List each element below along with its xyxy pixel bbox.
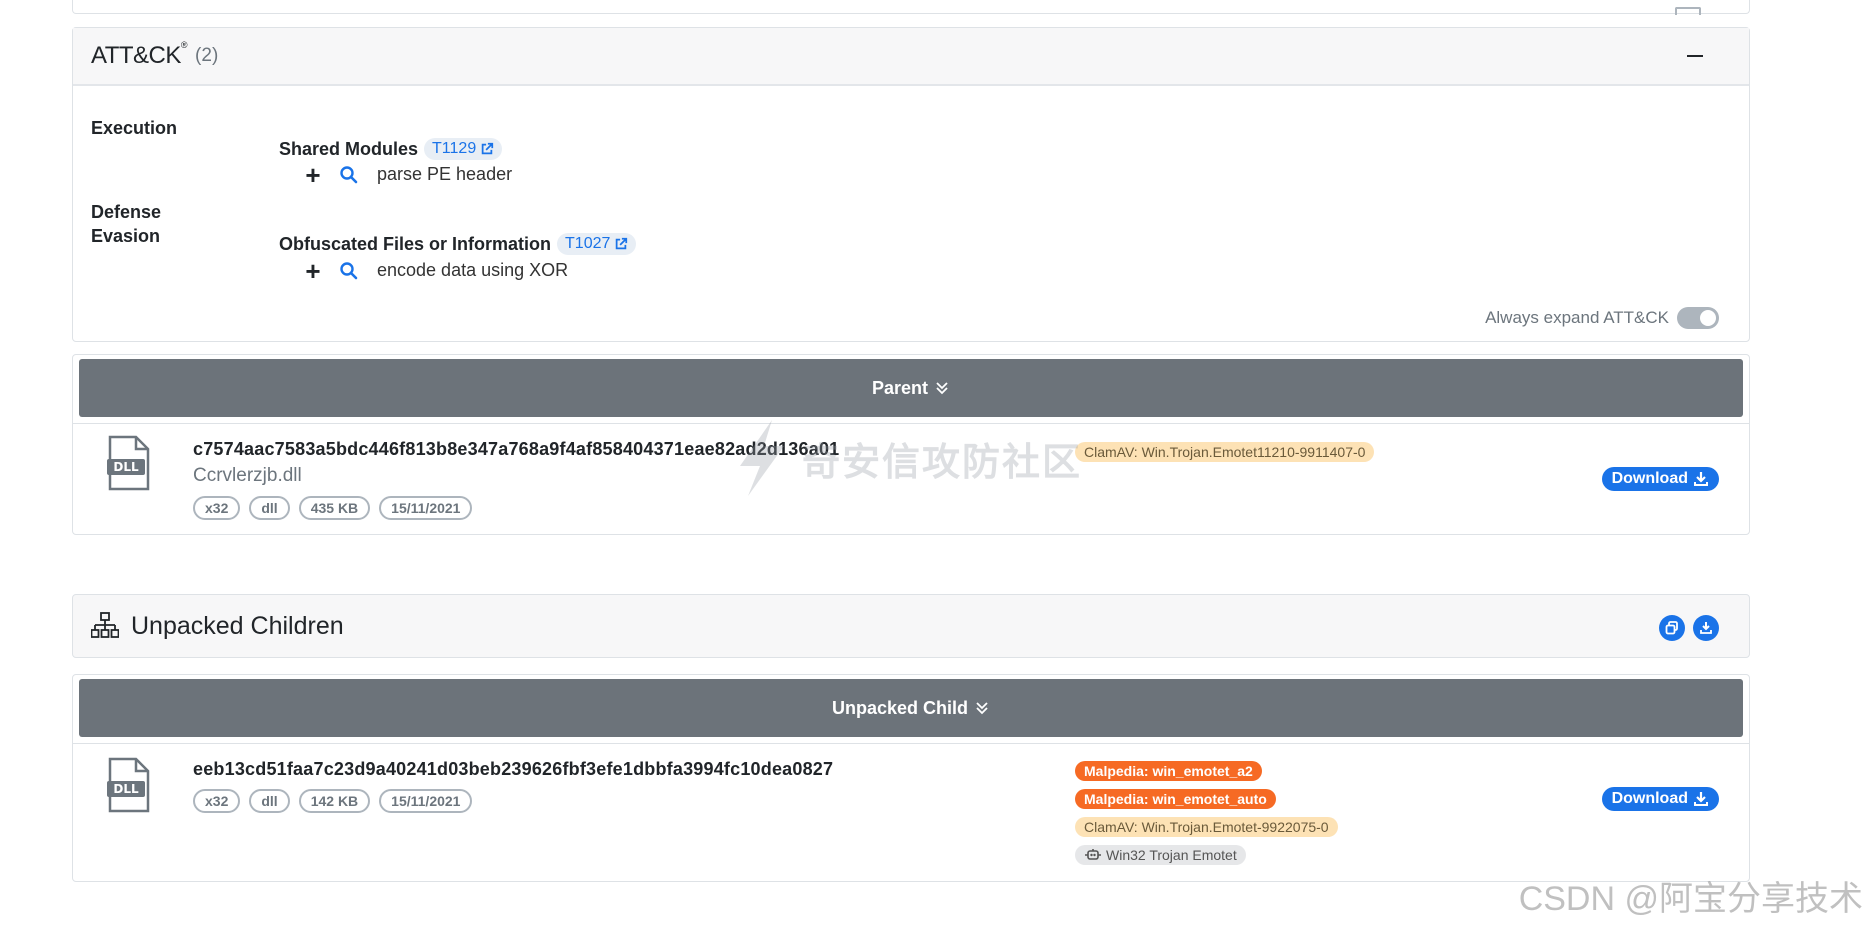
family-tag[interactable]: Win32 Trojan Emotet (1075, 845, 1246, 865)
capability-text: parse PE header (377, 164, 513, 184)
svg-text:DLL: DLL (113, 782, 139, 796)
divider (73, 743, 1749, 744)
unpacked-children-header: Unpacked Children (72, 594, 1750, 658)
type-badge: dll (249, 789, 290, 813)
copy-icon (1665, 621, 1678, 635)
always-expand-label: Always expand ATT&CK (1485, 308, 1669, 327)
parent-filename: Ccrvlerzjb.dll (193, 465, 302, 486)
registered-mark: ® (180, 40, 188, 50)
external-link-icon (481, 142, 494, 155)
dll-file-icon: DLL (107, 435, 150, 491)
clamav-tag[interactable]: ClamAV: Win.Trojan.Emotet-9922075-0 (1075, 817, 1338, 837)
technique-name: Obfuscated Files or Information (279, 233, 552, 254)
attack-card: ATT&CK® (2) Execution Shared Modules T11… (72, 27, 1750, 342)
technique-name: Shared Modules (279, 138, 419, 159)
unpacked-children-title: Unpacked Children (131, 611, 344, 640)
capability-text: encode data using XOR (377, 260, 569, 280)
parent-badges: x32 dll 435 KB 15/11/2021 (193, 496, 473, 520)
search-icon[interactable] (339, 261, 359, 281)
watermark-center: 奇安信攻防社区 (732, 418, 1082, 498)
previous-card-bottom (72, 0, 1750, 15)
unpacked-child-card: Unpacked Child DLL eeb13cd51faa7c23d9a40… (72, 674, 1750, 882)
malpedia-tag[interactable]: Malpedia: win_emotet_a2 (1075, 761, 1262, 781)
card-toggle-icon[interactable] (1675, 7, 1701, 15)
parent-download-button[interactable]: Download (1601, 467, 1719, 491)
malpedia-tag[interactable]: Malpedia: win_emotet_auto (1075, 789, 1276, 809)
svg-text:DLL: DLL (113, 460, 139, 474)
arch-badge: x32 (193, 789, 241, 813)
download-icon (1694, 472, 1708, 486)
child-download-button[interactable]: Download (1601, 787, 1719, 811)
parent-bar[interactable]: Parent (79, 359, 1743, 417)
attack-header[interactable]: ATT&CK® (2) (73, 28, 1749, 86)
attack-count: (2) (195, 45, 219, 66)
search-icon[interactable] (339, 165, 359, 185)
technique-id-link[interactable]: T1027 (557, 233, 637, 255)
always-expand-setting: Always expand ATT&CK (1485, 307, 1719, 329)
technique-shared-modules: Shared Modules T1129 (279, 138, 503, 160)
capability-row: + encode data using XOR (301, 258, 569, 284)
parent-bar-label: Parent (871, 377, 929, 398)
double-chevron-down-icon (976, 702, 988, 715)
date-badge: 15/11/2021 (379, 496, 473, 520)
download-icon (1694, 792, 1708, 806)
unpacked-child-bar-label: Unpacked Child (831, 697, 969, 718)
type-badge: dll (249, 496, 290, 520)
collapse-minus-icon[interactable] (1687, 55, 1703, 57)
watermark-logo-icon (740, 420, 784, 496)
clamav-tag[interactable]: ClamAV: Win.Trojan.Emotet11210-9911407-0 (1075, 442, 1375, 462)
attack-title: ATT&CK® (91, 40, 188, 69)
tactic-execution: Execution (91, 118, 178, 138)
size-badge: 435 KB (298, 496, 371, 520)
technique-id-link[interactable]: T1129 (424, 138, 503, 160)
plus-icon[interactable]: + (301, 258, 325, 284)
capability-row: + parse PE header (301, 162, 513, 188)
download-icon (1700, 622, 1712, 634)
date-badge: 15/11/2021 (379, 789, 473, 813)
size-badge: 142 KB (298, 789, 371, 813)
tactic-defense-evasion: Defense Evasion (91, 202, 162, 246)
external-link-icon (616, 237, 628, 250)
plus-icon[interactable]: + (301, 162, 325, 188)
always-expand-toggle[interactable] (1677, 307, 1719, 329)
copy-button[interactable] (1659, 615, 1685, 641)
arch-badge: x32 (193, 496, 241, 520)
unpacked-child-bar[interactable]: Unpacked Child (79, 679, 1743, 737)
download-all-button[interactable] (1693, 615, 1719, 641)
sitemap-icon (91, 612, 119, 638)
child-badges: x32 dll 142 KB 15/11/2021 (193, 789, 473, 813)
child-hash[interactable]: eeb13cd51faa7c23d9a40241d03beb239626fbf3… (193, 759, 833, 780)
watermark-corner: CSDN @阿宝分享技术 (1518, 880, 1863, 918)
double-chevron-down-icon (936, 382, 948, 395)
dll-file-icon: DLL (107, 757, 150, 813)
robot-icon (1085, 849, 1101, 860)
technique-obfuscated-files: Obfuscated Files or Information T1027 (279, 233, 637, 255)
